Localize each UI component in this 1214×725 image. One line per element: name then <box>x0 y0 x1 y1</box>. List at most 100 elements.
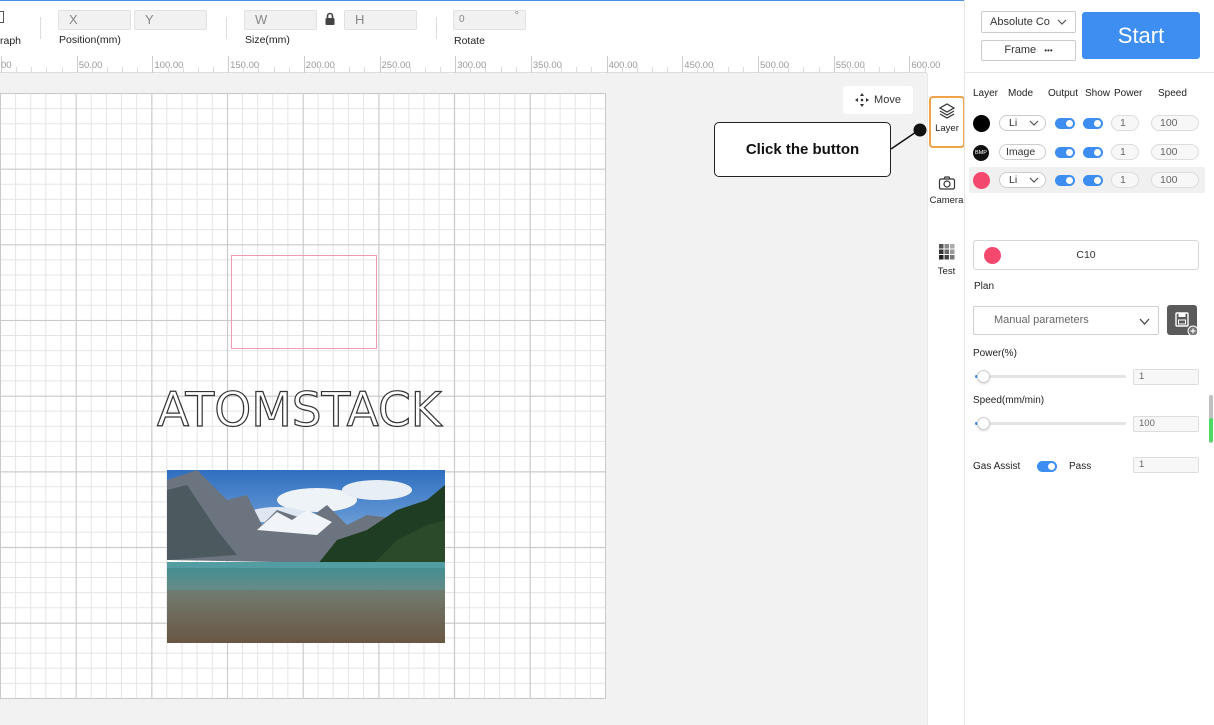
camera-tool-button[interactable]: Camera <box>928 175 965 206</box>
layer-tool-button[interactable]: Layer <box>929 96 965 148</box>
ruler-minor-tick <box>364 67 366 72</box>
selected-layer-color-box[interactable]: C10 <box>973 240 1199 270</box>
show-toggle[interactable] <box>1083 118 1103 129</box>
divider <box>436 17 437 39</box>
power-input[interactable]: 1 <box>1111 115 1139 131</box>
ruler-minor-tick <box>273 67 275 72</box>
degree-unit: ° <box>514 10 519 22</box>
ruler-minor-tick <box>773 67 775 72</box>
ruler-minor-tick <box>621 67 623 72</box>
show-toggle[interactable] <box>1083 147 1103 158</box>
bmp-badge-icon: BMP <box>973 145 989 161</box>
ruler-minor-tick <box>742 67 744 72</box>
rotate-label: Rotate <box>454 35 485 47</box>
photograph-icon[interactable] <box>0 11 4 23</box>
layer-mode-select[interactable]: Li <box>999 115 1046 131</box>
layer-row[interactable]: Li 1 100 <box>969 110 1205 136</box>
lock-icon[interactable] <box>323 12 337 26</box>
move-arrows-icon <box>855 93 870 107</box>
gas-assist-toggle[interactable] <box>1037 461 1057 472</box>
ruler-minor-tick <box>349 67 351 72</box>
output-toggle[interactable] <box>1055 118 1075 129</box>
power-input[interactable]: 1 <box>1111 172 1139 188</box>
ruler-minor-tick <box>712 67 714 72</box>
ruler-label: 200.00 <box>305 60 335 71</box>
output-toggle[interactable] <box>1055 147 1075 158</box>
move-button[interactable]: Move <box>843 86 913 114</box>
header-layer: Layer <box>973 88 999 99</box>
pass-value-input[interactable]: 1 <box>1133 457 1199 473</box>
ruler-minor-tick <box>31 67 33 72</box>
ruler-minor-tick <box>667 67 669 72</box>
atomstack-text-object[interactable]: ATOMSTACK <box>156 382 442 438</box>
position-x-input[interactable]: X <box>58 10 131 30</box>
speed-slider[interactable] <box>975 417 1126 430</box>
layer-row[interactable]: BMP Image 1 100 <box>969 139 1205 165</box>
more-icon: ••• <box>1044 46 1053 55</box>
top-toolbar: raph X Y Position(mm) W H Size(mm) 0 ° R… <box>0 0 964 56</box>
ruler-minor-tick <box>697 67 699 72</box>
ruler-major-tick <box>228 56 230 73</box>
speed-input[interactable]: 100 <box>1151 115 1199 131</box>
ruler-label: 450.00 <box>684 60 714 71</box>
rotate-input[interactable]: 0 ° <box>453 10 526 30</box>
power-slider-knob[interactable] <box>977 370 990 383</box>
output-toggle[interactable] <box>1055 175 1075 186</box>
size-h-input[interactable]: H <box>344 10 417 30</box>
frame-label: Frame <box>1004 44 1037 56</box>
layers-icon <box>938 103 956 119</box>
layer-color-swatch[interactable] <box>973 172 990 189</box>
ruler-label: 500.00 <box>760 60 790 71</box>
power-value-input[interactable]: 1 <box>1133 369 1199 385</box>
position-label: Position(mm) <box>59 34 121 46</box>
speed-value-input[interactable]: 100 <box>1133 416 1199 432</box>
ruler-minor-tick <box>258 67 260 72</box>
ruler-major-tick <box>758 56 759 73</box>
divider <box>40 17 41 39</box>
rectangle-shape[interactable] <box>231 255 377 349</box>
test-tool-button[interactable]: Test <box>928 244 965 277</box>
ruler-minor-tick <box>182 67 184 72</box>
ruler-label: 600.00 <box>911 60 941 71</box>
power-slider[interactable] <box>975 370 1126 383</box>
frame-button[interactable]: Frame ••• <box>981 40 1076 61</box>
ruler-minor-tick <box>91 67 93 72</box>
ruler-major-tick <box>606 56 608 73</box>
ruler-minor-tick <box>243 67 245 72</box>
camera-icon <box>938 176 955 190</box>
speed-slider-knob[interactable] <box>977 417 990 430</box>
ruler-minor-tick <box>137 67 139 72</box>
ruler-major-tick <box>303 56 305 73</box>
ruler-minor-tick <box>197 67 199 72</box>
ruler-minor-tick <box>863 67 865 72</box>
layer-mode-select[interactable]: Image <box>999 144 1046 160</box>
plan-select[interactable]: Manual parameters <box>973 306 1159 335</box>
ruler-label: 400.00 <box>608 60 638 71</box>
ruler-major-tick <box>76 56 78 73</box>
ruler-minor-tick <box>440 67 442 72</box>
save-plan-button[interactable] <box>1167 305 1199 337</box>
start-button[interactable]: Start <box>1082 12 1200 59</box>
size-w-input[interactable]: W <box>244 10 317 30</box>
speed-input[interactable]: 100 <box>1151 144 1199 160</box>
ruler-minor-tick <box>424 67 426 72</box>
ruler-minor-tick <box>515 67 517 72</box>
power-input[interactable]: 1 <box>1111 144 1139 160</box>
header-mode: Mode <box>1008 88 1034 99</box>
landscape-image-object[interactable] <box>167 470 445 643</box>
speed-input[interactable]: 100 <box>1151 172 1199 188</box>
ruler-minor-tick <box>500 67 502 72</box>
plan-value: Manual parameters <box>994 314 1089 326</box>
layer-row-selected[interactable]: Li 1 100 <box>969 167 1205 193</box>
position-y-input[interactable]: Y <box>134 10 207 30</box>
layer-mode-value: Li <box>1009 117 1018 129</box>
coordinate-mode-select[interactable]: Absolute Co <box>981 11 1076 33</box>
show-toggle[interactable] <box>1083 175 1103 186</box>
work-grid[interactable]: ATOMSTACK <box>0 93 606 699</box>
layer-mode-value: Li <box>1009 174 1018 186</box>
layer-mode-select[interactable]: Li <box>999 172 1046 188</box>
ruler-minor-tick <box>894 67 896 72</box>
ruler-minor-tick <box>46 67 48 72</box>
layer-color-swatch[interactable] <box>973 115 990 132</box>
ruler-minor-tick <box>334 67 336 72</box>
